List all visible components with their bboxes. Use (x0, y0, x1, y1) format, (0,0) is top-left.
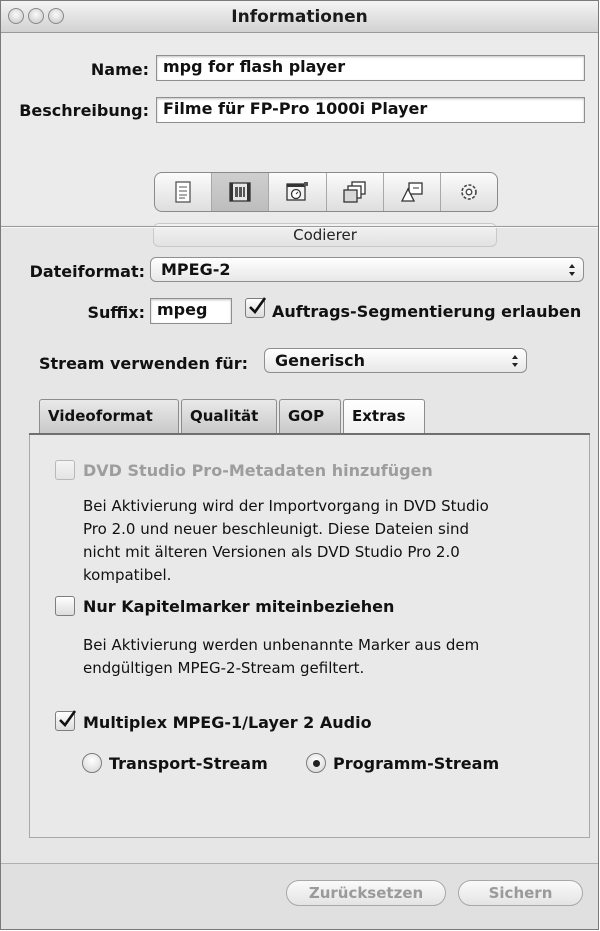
geometry-tab-button[interactable] (384, 173, 441, 211)
updown-arrows-icon (569, 264, 575, 276)
filters-icon (342, 181, 366, 203)
geometry-icon (400, 182, 423, 202)
description-label: Beschreibung: (19, 101, 149, 120)
tab-videoformat[interactable]: Videoformat (39, 399, 179, 433)
button-bar: Zurücksetzen Sichern (1, 863, 598, 929)
frame-controls-icon (286, 182, 309, 201)
dvd-metadata-desc-1: Bei Aktivierung wird der Importvorgang i… (83, 497, 489, 515)
divider-highlight (1, 227, 598, 228)
info-window: Informationen Name: mpg for flash player… (0, 0, 599, 930)
header-section: Name: mpg for flash player Beschreibung:… (1, 33, 598, 247)
suffix-label: Suffix: (87, 303, 145, 322)
updown-arrows-icon (512, 355, 518, 367)
summary-tab-button[interactable] (155, 173, 213, 211)
dvd-metadata-desc-4: kompatibel. (83, 566, 172, 584)
tab-qualitaet[interactable]: Qualität (181, 399, 277, 433)
chapter-markers-desc-1: Bei Aktivierung werden unbenannte Marker… (83, 636, 480, 654)
chapter-markers-checkbox[interactable] (55, 596, 75, 616)
segmentation-label: Auftrags-Segmentierung erlauben (272, 302, 582, 321)
frame-controls-tab-button[interactable] (269, 173, 327, 211)
transport-stream-radio[interactable] (82, 753, 102, 773)
format-value: MPEG-2 (161, 260, 231, 279)
name-field[interactable]: mpg for flash player (156, 55, 585, 81)
chapter-markers-label: Nur Kapitelmarker miteinbeziehen (83, 597, 395, 616)
segmentation-checkbox[interactable] (245, 297, 267, 318)
actions-tab-button[interactable] (441, 173, 497, 211)
inspector-toolbar (154, 172, 498, 212)
settings-tabs: Videoformat Qualität GOP Extras (39, 399, 427, 435)
window-title: Informationen (231, 7, 368, 27)
chapter-markers-desc-2: endgültigen MPEG-2-Stream gefiltert. (83, 659, 365, 677)
format-label: Dateiformat: (29, 262, 145, 281)
program-stream-label: Programm-Stream (333, 754, 500, 773)
dvd-metadata-desc-2: Pro 2.0 und neuer beschleunigt. Diese Da… (83, 520, 470, 538)
title-bar: Informationen (1, 1, 598, 33)
stream-use-popup[interactable]: Generisch (264, 348, 527, 373)
stream-use-value: Generisch (275, 351, 365, 370)
name-label: Name: (90, 60, 149, 79)
program-stream-radio[interactable] (306, 753, 326, 773)
multiplex-checkbox[interactable] (55, 710, 77, 731)
actions-icon (461, 184, 477, 200)
encoder-tab-button[interactable] (212, 173, 270, 211)
checkmark-icon (249, 297, 267, 315)
filters-tab-button[interactable] (327, 173, 384, 211)
transport-stream-label: Transport-Stream (109, 754, 268, 773)
multiplex-label: Multiplex MPEG-1/Layer 2 Audio (83, 713, 372, 732)
suffix-field[interactable]: mpeg (150, 298, 232, 324)
dvd-metadata-label: DVD Studio Pro-Metadaten hinzufügen (83, 461, 433, 480)
tab-extras[interactable]: Extras (343, 399, 425, 435)
checkmark-icon (59, 710, 77, 728)
save-button[interactable]: Sichern (458, 880, 583, 906)
dvd-metadata-checkbox[interactable] (55, 460, 75, 480)
format-popup[interactable]: MPEG-2 (150, 257, 584, 282)
extras-panel: DVD Studio Pro-Metadaten hinzufügen Bei … (29, 435, 590, 838)
reset-button[interactable]: Zurücksetzen (286, 880, 446, 906)
description-field[interactable]: Filme für FP-Pro 1000i Player (156, 97, 585, 123)
encoder-icon (229, 182, 251, 202)
stream-use-label: Stream verwenden für: (39, 354, 249, 373)
summary-icon (175, 181, 191, 203)
tab-gop[interactable]: GOP (279, 399, 341, 433)
dvd-metadata-desc-3: nicht mit älteren Versionen als DVD Stud… (83, 543, 460, 561)
